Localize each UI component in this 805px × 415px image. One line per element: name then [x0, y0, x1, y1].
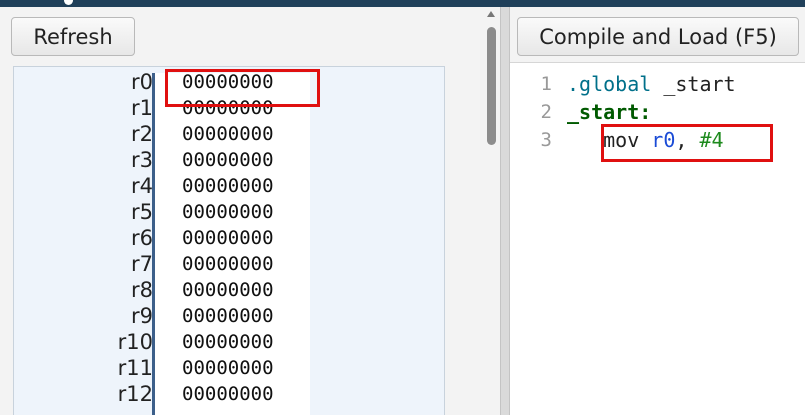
register-name: r9	[131, 304, 153, 328]
register-name: r10	[117, 330, 153, 354]
register-name: r2	[131, 122, 153, 146]
register-value: 00000000	[182, 97, 274, 119]
symbol-token: _start	[651, 72, 736, 96]
code-line-3[interactable]: 3 mov r0, #4	[510, 126, 805, 154]
register-row-r3: r3 00000000	[13, 147, 313, 173]
mnemonic-token: mov	[603, 128, 640, 152]
register-row-r1: r1 00000000	[13, 95, 313, 121]
register-token: r0	[651, 128, 676, 152]
register-name: r8	[131, 278, 153, 302]
line-number: 3	[540, 129, 552, 151]
register-value: 00000000	[182, 149, 274, 171]
register-value: 00000000	[182, 175, 274, 197]
scrollbar-thumb[interactable]	[487, 27, 496, 145]
register-value: 00000000	[182, 227, 274, 249]
scroll-up-arrow-icon[interactable]	[487, 11, 495, 17]
code-line-1[interactable]: 1 .global _start	[510, 70, 805, 98]
register-row-r11: r11 00000000	[13, 355, 313, 381]
separator-token: ,	[675, 128, 700, 152]
code-line-2[interactable]: 2 _start:	[510, 98, 805, 126]
registers-scrollbar[interactable]	[484, 7, 498, 415]
register-row-r2: r2 00000000	[13, 121, 313, 147]
register-row-r5: r5 00000000	[13, 199, 313, 225]
register-row-r6: r6 00000000	[13, 225, 313, 251]
register-row-r12: r12 00000000	[13, 381, 313, 407]
registers-pane: Refresh r0 00000000 r1 00000000 r2 00000…	[0, 7, 500, 415]
editor-pane: Compile and Load (F5) 1 .global _start 2…	[510, 7, 805, 415]
register-value: 00000000	[182, 123, 274, 145]
register-name: r0	[131, 70, 153, 94]
compile-and-load-button[interactable]: Compile and Load (F5)	[517, 17, 799, 56]
code-content[interactable]: .global _start	[567, 70, 736, 98]
register-value: 00000000	[182, 305, 274, 327]
window-title-bar	[0, 0, 805, 7]
immediate-token: #4	[699, 128, 724, 152]
register-row-r7: r7 00000000	[13, 251, 313, 277]
line-number: 1	[540, 73, 552, 95]
register-row-r10: r10 00000000	[13, 329, 313, 355]
register-row-r4: r4 00000000	[13, 173, 313, 199]
register-value: 00000000	[182, 357, 274, 379]
label-token: _start:	[567, 100, 652, 124]
register-value: 00000000	[182, 201, 274, 223]
register-value: 00000000	[182, 71, 274, 93]
register-name: r11	[117, 356, 153, 380]
code-content[interactable]: mov r0, #4	[567, 126, 724, 154]
register-name: r5	[131, 200, 153, 224]
line-number: 2	[540, 101, 552, 123]
register-name: r6	[131, 226, 153, 250]
register-name: r3	[131, 148, 153, 172]
refresh-button[interactable]: Refresh	[11, 17, 135, 56]
register-row-r8: r8 00000000	[13, 277, 313, 303]
register-name: r12	[117, 382, 153, 406]
register-row-r9: r9 00000000	[13, 303, 313, 329]
pane-splitter[interactable]	[500, 7, 510, 415]
register-value: 00000000	[182, 383, 274, 405]
register-value: 00000000	[182, 253, 274, 275]
register-value: 00000000	[182, 331, 274, 353]
directive-token: .global	[567, 72, 652, 96]
register-name: r1	[131, 96, 153, 120]
register-row-r0: r0 00000000	[13, 69, 313, 95]
title-fragment	[64, 0, 73, 5]
register-name: r7	[131, 252, 153, 276]
register-value: 00000000	[182, 279, 274, 301]
code-content[interactable]: _start:	[567, 98, 651, 126]
editor-toolbar: Compile and Load (F5)	[510, 7, 805, 63]
register-name: r4	[131, 174, 153, 198]
